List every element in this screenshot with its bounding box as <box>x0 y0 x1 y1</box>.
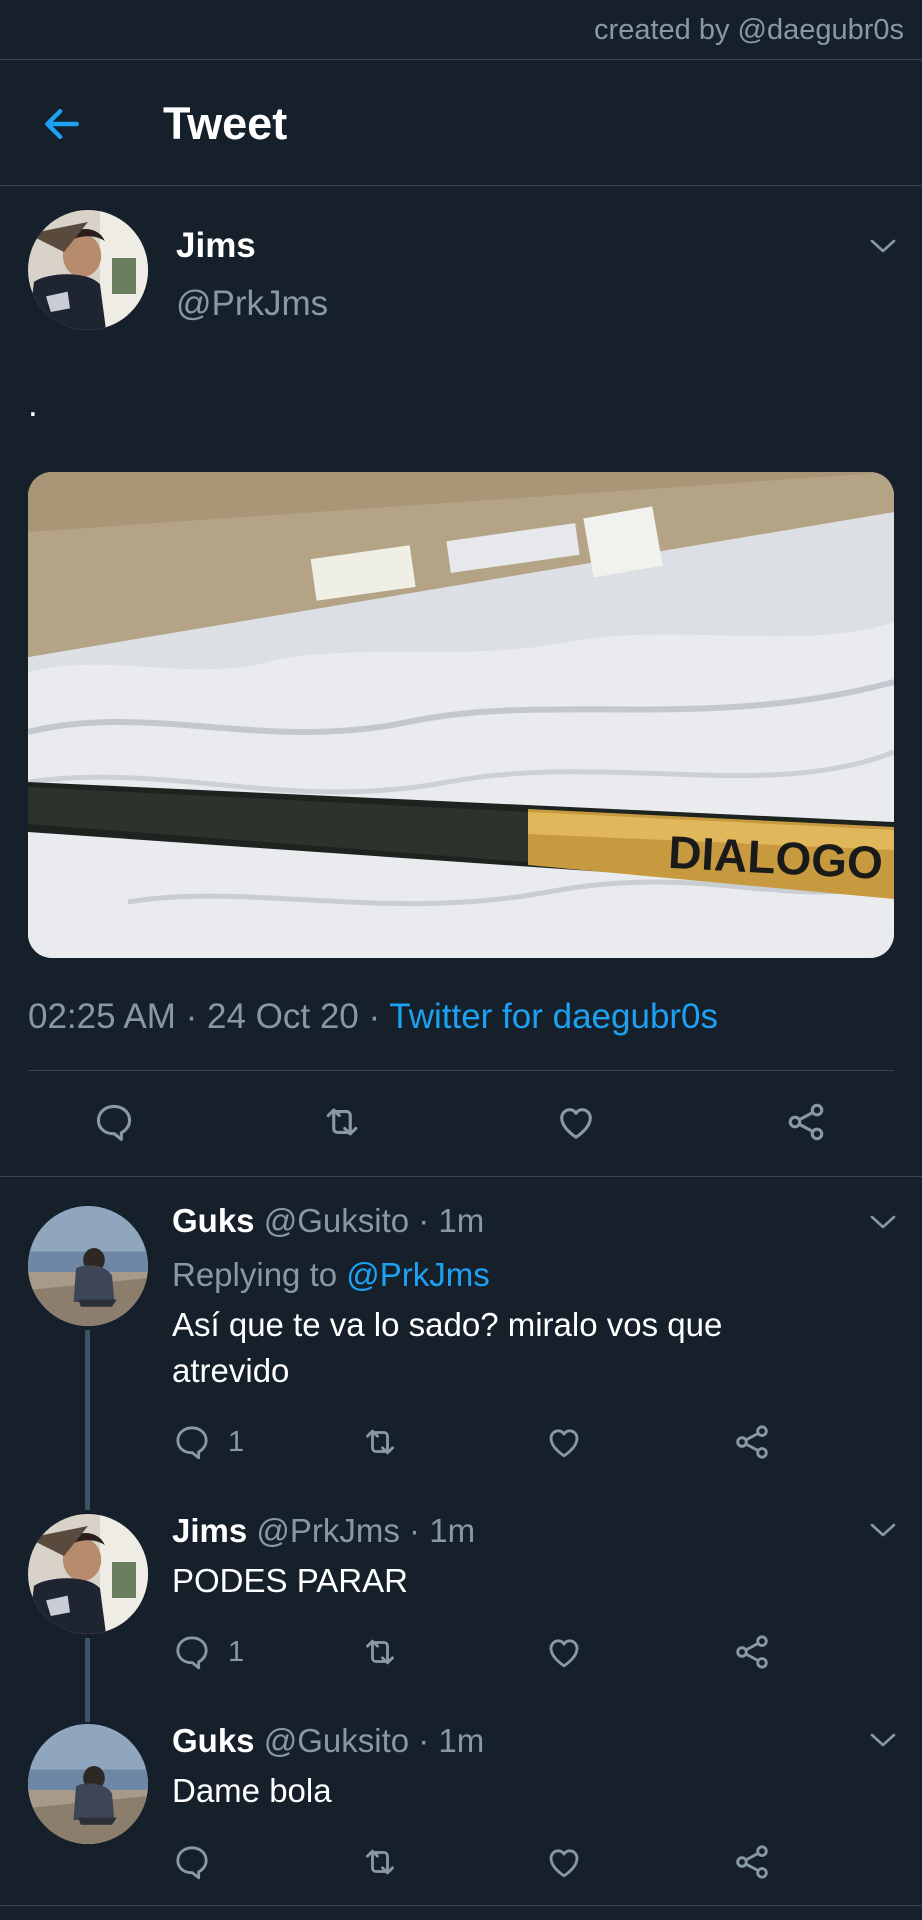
divider <box>0 1176 922 1177</box>
heart-icon <box>544 1422 584 1462</box>
reply-button[interactable] <box>172 1842 212 1882</box>
page-title: Tweet <box>163 98 288 149</box>
chevron-down-icon[interactable] <box>868 1520 898 1540</box>
tweet-text: . <box>28 385 38 424</box>
reply-author-name[interactable]: Guks <box>172 1202 255 1239</box>
reply-author-name[interactable]: Guks <box>172 1722 255 1759</box>
tweet-image[interactable]: DIALOGO <box>28 472 894 958</box>
retweet-icon <box>360 1632 400 1672</box>
avatar[interactable] <box>28 1724 148 1844</box>
retweet-button[interactable] <box>360 1422 400 1462</box>
share-icon <box>784 1100 828 1144</box>
like-button[interactable] <box>544 1842 584 1882</box>
mention-link[interactable]: @PrkJms <box>346 1256 490 1293</box>
share-icon <box>732 1422 772 1462</box>
share-button[interactable] <box>732 1842 772 1882</box>
reply-header: Jims @PrkJms · 1m <box>172 1512 476 1549</box>
reply-age: 1m <box>438 1722 485 1759</box>
avatar[interactable] <box>28 210 148 330</box>
comment-icon <box>92 1100 136 1144</box>
chevron-down-icon[interactable] <box>868 1730 898 1750</box>
chevron-down-icon[interactable] <box>868 1212 898 1232</box>
reply-count: 1 <box>228 1636 245 1668</box>
divider <box>0 1905 922 1906</box>
avatar[interactable] <box>28 1514 148 1634</box>
like-button[interactable] <box>554 1100 598 1144</box>
heart-icon <box>544 1632 584 1672</box>
replying-to: Replying to @PrkJms <box>172 1256 490 1294</box>
meta-separator: · <box>358 997 390 1036</box>
share-button[interactable] <box>784 1100 828 1144</box>
heart-icon <box>544 1842 584 1882</box>
reply-age: 1m <box>429 1512 476 1549</box>
tweet-meta: 02:25 AM · 24 Oct 20 · Twitter for daegu… <box>28 997 718 1037</box>
replying-prefix: Replying to <box>172 1256 338 1293</box>
reply-text: PODES PARAR <box>172 1562 408 1599</box>
retweet-button[interactable] <box>360 1632 400 1672</box>
reply-text: Dame bola <box>172 1772 332 1809</box>
share-icon <box>732 1632 772 1672</box>
meta-separator: · <box>175 997 207 1036</box>
comment-icon <box>172 1632 212 1672</box>
share-button[interactable] <box>732 1422 772 1462</box>
chevron-down-icon[interactable] <box>868 236 898 256</box>
reply-age: 1m <box>438 1202 485 1239</box>
reply-button[interactable] <box>172 1422 212 1462</box>
retweet-button[interactable] <box>360 1842 400 1882</box>
arrow-left-icon[interactable] <box>40 102 84 146</box>
share-icon <box>732 1842 772 1882</box>
comment-icon <box>172 1422 212 1462</box>
divider <box>28 1070 894 1071</box>
top-bar: Tweet <box>0 60 922 186</box>
author-name[interactable]: Jims <box>176 226 256 266</box>
retweet-icon <box>360 1422 400 1462</box>
avatar[interactable] <box>28 1206 148 1326</box>
like-button[interactable] <box>544 1422 584 1462</box>
retweet-button[interactable] <box>320 1100 364 1144</box>
retweet-icon <box>360 1842 400 1882</box>
reply-author-name[interactable]: Jims <box>172 1512 247 1549</box>
share-button[interactable] <box>732 1632 772 1672</box>
tweet-date: 24 Oct 20 <box>207 997 359 1036</box>
comment-icon <box>172 1842 212 1882</box>
reply-button[interactable] <box>172 1632 212 1672</box>
reply-header: Guks @Guksito · 1m <box>172 1722 485 1759</box>
reply-text: Así que te va lo sado? miralo vos que at… <box>172 1306 723 1389</box>
thread-line <box>85 1330 90 1510</box>
reply-count: 1 <box>228 1426 245 1458</box>
tweet-source-link[interactable]: Twitter for daegubr0s <box>389 997 718 1036</box>
reply-author-handle[interactable]: @Guksito <box>264 1722 409 1759</box>
watermark-bar: created by @daegubr0s <box>0 0 922 60</box>
author-handle[interactable]: @PrkJms <box>176 284 328 324</box>
thread-line <box>85 1638 90 1722</box>
reply-button[interactable] <box>92 1100 136 1144</box>
retweet-icon <box>320 1100 364 1144</box>
reply-header: Guks @Guksito · 1m <box>172 1202 485 1239</box>
watermark-text: created by @daegubr0s <box>594 14 904 46</box>
heart-icon <box>554 1100 598 1144</box>
reply-author-handle[interactable]: @Guksito <box>264 1202 409 1239</box>
tweet-time: 02:25 AM <box>28 997 176 1036</box>
like-button[interactable] <box>544 1632 584 1672</box>
reply-author-handle[interactable]: @PrkJms <box>256 1512 400 1549</box>
